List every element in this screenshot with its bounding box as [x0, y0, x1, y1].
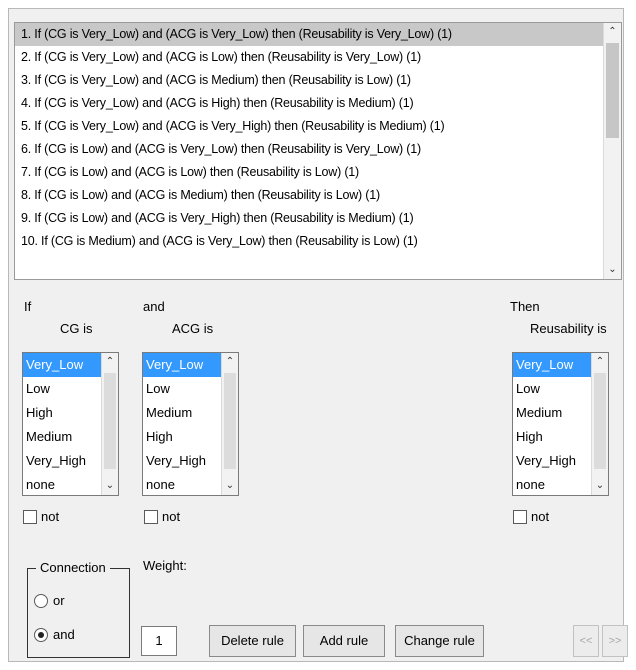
acg-listbox[interactable]: Very_Low Low Medium High Very_High none ⌃ ⌄ — [142, 352, 239, 496]
cg-options: Very_Low Low High Medium Very_High none — [23, 353, 103, 495]
checkbox-box[interactable] — [144, 509, 158, 524]
then-label: Then — [510, 299, 540, 314]
cg-option[interactable]: Very_High — [23, 449, 103, 473]
radio-circle[interactable] — [34, 627, 48, 642]
radio-circle[interactable] — [34, 593, 48, 608]
reusability-option[interactable]: Medium — [513, 401, 593, 425]
acg-option[interactable]: none — [143, 473, 223, 495]
rule-item[interactable]: 6. If (CG is Low) and (ACG is Very_Low) … — [15, 138, 603, 161]
connection-title: Connection — [36, 560, 110, 575]
acg-not-checkbox[interactable]: not — [144, 509, 180, 524]
cg-header: CG is — [60, 321, 93, 336]
reusability-option[interactable]: Very_Low — [513, 353, 593, 377]
chevron-up-icon[interactable]: ⌃ — [102, 353, 118, 371]
rule-item[interactable]: 5. If (CG is Very_Low) and (ACG is Very_… — [15, 115, 603, 138]
rule-item[interactable]: 2. If (CG is Very_Low) and (ACG is Low) … — [15, 46, 603, 69]
acg-not-label: not — [162, 509, 181, 524]
rule-items: 1. If (CG is Very_Low) and (ACG is Very_… — [15, 23, 603, 253]
chevron-down-icon[interactable]: ⌄ — [604, 261, 621, 279]
cg-option[interactable]: High — [23, 401, 103, 425]
rule-item[interactable]: 4. If (CG is Very_Low) and (ACG is High)… — [15, 92, 603, 115]
cg-listbox[interactable]: Very_Low Low High Medium Very_High none ⌃ ⌄ — [22, 352, 119, 496]
cg-option[interactable]: Very_Low — [23, 353, 103, 377]
or-radio[interactable]: or — [34, 593, 65, 608]
or-label: or — [53, 593, 65, 608]
acg-header: ACG is — [172, 321, 214, 336]
cg-not-checkbox[interactable]: not — [23, 509, 59, 524]
cg-not-label: not — [41, 509, 60, 524]
and-radio-label: and — [53, 627, 75, 642]
acg-option[interactable]: Medium — [143, 401, 223, 425]
reusability-option[interactable]: High — [513, 425, 593, 449]
rule-item[interactable]: 8. If (CG is Low) and (ACG is Medium) th… — [15, 184, 603, 207]
rule-item[interactable]: 9. If (CG is Low) and (ACG is Very_High)… — [15, 207, 603, 230]
acg-option[interactable]: Very_Low — [143, 353, 223, 377]
scroll-thumb[interactable] — [224, 373, 236, 469]
if-label: If — [24, 299, 32, 314]
scroll-thumb[interactable] — [594, 373, 606, 469]
checkbox-box[interactable] — [513, 509, 527, 524]
chevron-down-icon[interactable]: ⌄ — [102, 477, 118, 495]
acg-options: Very_Low Low Medium High Very_High none — [143, 353, 223, 495]
reusability-not-label: not — [531, 509, 550, 524]
chevron-up-icon[interactable]: ⌃ — [592, 353, 608, 371]
change-rule-button[interactable]: Change rule — [395, 625, 484, 657]
reusability-option[interactable]: Low — [513, 377, 593, 401]
rule-item[interactable]: 7. If (CG is Low) and (ACG is Low) then … — [15, 161, 603, 184]
chevron-down-icon[interactable]: ⌄ — [592, 477, 608, 495]
acg-scrollbar[interactable]: ⌃ ⌄ — [221, 353, 238, 495]
rule-item[interactable]: 1. If (CG is Very_Low) and (ACG is Very_… — [15, 23, 603, 46]
delete-rule-button[interactable]: Delete rule — [209, 625, 296, 657]
connection-group: Connection or and — [27, 560, 130, 658]
acg-option[interactable]: High — [143, 425, 223, 449]
reusability-scrollbar[interactable]: ⌃ ⌄ — [591, 353, 608, 495]
cg-option[interactable]: Medium — [23, 425, 103, 449]
reusability-option[interactable]: Very_High — [513, 449, 593, 473]
acg-option[interactable]: Low — [143, 377, 223, 401]
rule-item[interactable]: 10. If (CG is Medium) and (ACG is Very_L… — [15, 230, 603, 253]
reusability-option[interactable]: none — [513, 473, 593, 495]
add-rule-button[interactable]: Add rule — [303, 625, 385, 657]
checkbox-box[interactable] — [23, 509, 37, 524]
scroll-thumb[interactable] — [104, 373, 116, 469]
cg-option[interactable]: none — [23, 473, 103, 495]
rule-list[interactable]: 1. If (CG is Very_Low) and (ACG is Very_… — [14, 22, 622, 280]
rule-item[interactable]: 3. If (CG is Very_Low) and (ACG is Mediu… — [15, 69, 603, 92]
and-radio[interactable]: and — [34, 627, 75, 642]
reusability-header: Reusability is — [530, 321, 607, 336]
scroll-thumb[interactable] — [606, 43, 619, 138]
and-label: and — [143, 299, 165, 314]
chevron-up-icon[interactable]: ⌃ — [604, 23, 621, 41]
weight-label: Weight: — [143, 558, 187, 573]
cg-scrollbar[interactable]: ⌃ ⌄ — [101, 353, 118, 495]
cg-option[interactable]: Low — [23, 377, 103, 401]
weight-input[interactable]: 1 — [141, 626, 177, 656]
reusability-not-checkbox[interactable]: not — [513, 509, 549, 524]
reusability-options: Very_Low Low Medium High Very_High none — [513, 353, 593, 495]
next-button[interactable]: >> — [602, 625, 628, 657]
reusability-listbox[interactable]: Very_Low Low Medium High Very_High none ⌃ ⌄ — [512, 352, 609, 496]
chevron-up-icon[interactable]: ⌃ — [222, 353, 238, 371]
chevron-down-icon[interactable]: ⌄ — [222, 477, 238, 495]
acg-option[interactable]: Very_High — [143, 449, 223, 473]
rule-list-scrollbar[interactable]: ⌃ ⌄ — [603, 23, 621, 279]
prev-button[interactable]: << — [573, 625, 599, 657]
